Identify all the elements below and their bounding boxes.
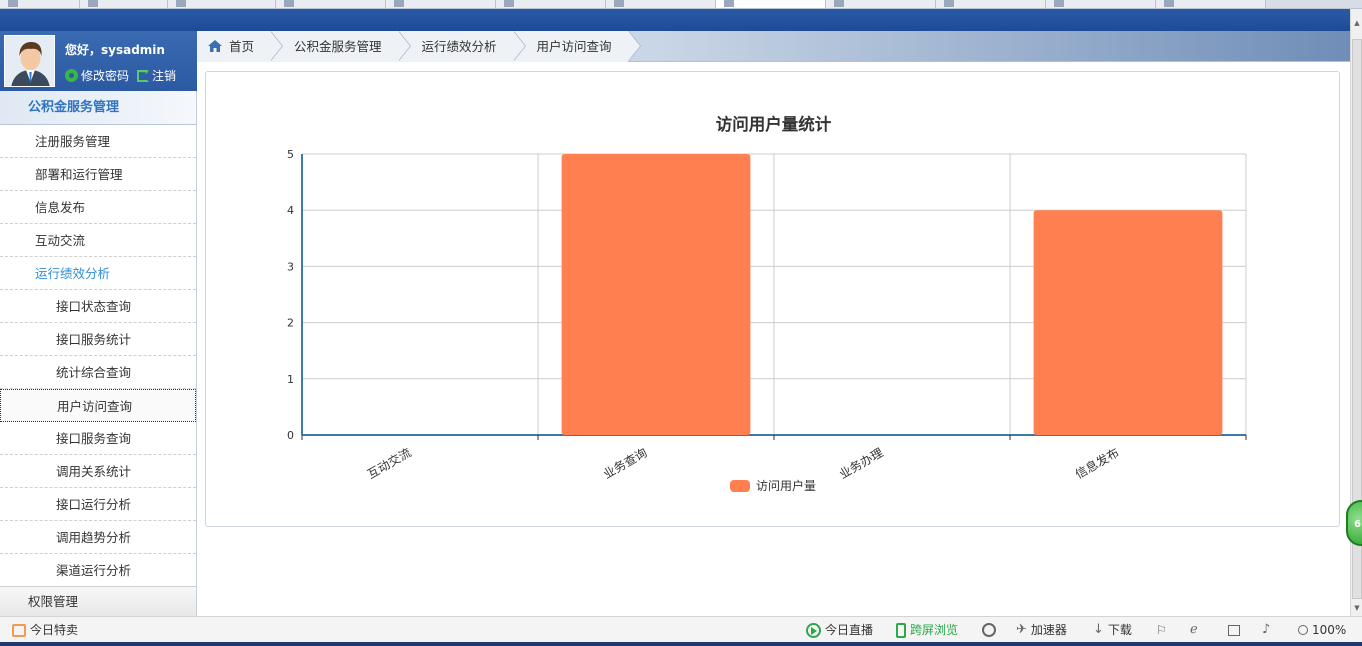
sidebar-subitem-interface-run[interactable]: 接口运行分析 bbox=[0, 488, 196, 521]
download-label: 下载 bbox=[1107, 623, 1132, 637]
gift-icon bbox=[12, 623, 26, 637]
bar-chart: 0 1 2 3 4 5 互动交流 业务查询 业务办理 信息发布访问用户量 bbox=[287, 148, 1247, 493]
sidebar-item-deployment[interactable]: 部署和运行管理 bbox=[0, 158, 196, 191]
volume-button[interactable]: ♪ bbox=[1262, 617, 1270, 643]
breadcrumb-current: 用户访问查询 bbox=[512, 31, 641, 62]
y-tick-label: 1 bbox=[287, 373, 294, 386]
today-sale-label: 今日特卖 bbox=[30, 623, 79, 637]
browser-tab[interactable] bbox=[606, 0, 716, 8]
sidebar-section-header[interactable]: 公积金服务管理 bbox=[0, 91, 196, 125]
sidebar-subitem-call-trend[interactable]: 调用趋势分析 bbox=[0, 521, 196, 554]
browser-tab[interactable] bbox=[1046, 0, 1156, 8]
x-tick-label: 业务办理 bbox=[836, 445, 885, 482]
browser-tab[interactable] bbox=[1156, 0, 1266, 8]
y-tick-label: 4 bbox=[287, 204, 294, 217]
home-icon bbox=[208, 40, 222, 52]
breadcrumb-label: 首页 bbox=[229, 39, 255, 54]
window-icon bbox=[1228, 624, 1240, 636]
ie-icon: ℯ bbox=[1190, 622, 1198, 637]
speaker-icon: ♪ bbox=[1262, 622, 1271, 637]
download-icon: ↓ bbox=[1093, 622, 1104, 637]
y-tick-label: 0 bbox=[287, 429, 294, 442]
breadcrumb-item[interactable]: 公积金服务管理 bbox=[270, 31, 410, 62]
breadcrumb-home[interactable]: 首页 bbox=[197, 31, 284, 62]
floating-speed-badge[interactable]: 61 bbox=[1346, 500, 1362, 546]
x-tick-label: 业务查询 bbox=[600, 445, 649, 482]
live-label: 今日直播 bbox=[825, 623, 874, 637]
cross-screen-button[interactable]: 跨屏浏览 bbox=[896, 617, 958, 643]
sidebar: 公积金服务管理 注册服务管理 部署和运行管理 信息发布 互动交流 运行绩效分析 … bbox=[0, 91, 197, 616]
sidebar-subitem-channel-run[interactable]: 渠道运行分析 bbox=[0, 554, 196, 587]
sidebar-item-performance-analysis[interactable]: 运行绩效分析 bbox=[0, 257, 196, 290]
accelerator-label: 加速器 bbox=[1030, 623, 1067, 637]
flag-icon: ⚐ bbox=[1156, 623, 1167, 637]
browser-tab[interactable] bbox=[0, 0, 80, 8]
user-panel: 您好，sysadmin 修改密码 注销 bbox=[0, 31, 197, 91]
cross-screen-label: 跨屏浏览 bbox=[910, 623, 959, 637]
browser-tab-active[interactable] bbox=[716, 0, 826, 8]
browser-tab[interactable] bbox=[168, 0, 276, 8]
zoom-level: 100% bbox=[1312, 623, 1347, 637]
app-header-bar bbox=[0, 9, 1350, 31]
sidebar-subitem-call-relations[interactable]: 调用关系统计 bbox=[0, 455, 196, 488]
refresh-button[interactable] bbox=[982, 617, 996, 643]
browser-tab-strip bbox=[0, 0, 1362, 9]
x-tick-label: 信息发布 bbox=[1072, 445, 1121, 482]
scroll-down-arrow-icon[interactable]: ▼ bbox=[1353, 604, 1361, 612]
breadcrumb-item[interactable]: 运行绩效分析 bbox=[397, 31, 526, 62]
sidebar-subitem-user-access[interactable]: 用户访问查询 bbox=[0, 389, 196, 422]
browser-tab[interactable] bbox=[276, 0, 386, 8]
legend-label: 访问用户量 bbox=[756, 478, 816, 493]
os-taskbar bbox=[0, 642, 1362, 646]
logout-link[interactable]: 注销 bbox=[137, 67, 176, 84]
sidebar-item-publishing[interactable]: 信息发布 bbox=[0, 191, 196, 224]
window-button[interactable] bbox=[1228, 617, 1240, 643]
browser-tab[interactable] bbox=[386, 0, 496, 8]
chart-panel: 访问用户量统计 0 1 2 3 4 5 互动交流 业务查询 业务办理 信息发布 访问用户量 bbox=[205, 71, 1340, 527]
accelerator-button[interactable]: ✈ 加速器 bbox=[1016, 617, 1067, 643]
zoom-control[interactable]: 100% bbox=[1298, 617, 1346, 643]
flag-button[interactable]: ⚐ bbox=[1156, 617, 1167, 643]
sidebar-item-registration[interactable]: 注册服务管理 bbox=[0, 125, 196, 158]
magnifier-icon bbox=[1298, 625, 1308, 635]
play-icon bbox=[806, 622, 821, 638]
scroll-up-arrow-icon[interactable]: ▲ bbox=[1353, 19, 1361, 27]
refresh-icon bbox=[982, 623, 996, 637]
avatar bbox=[4, 35, 55, 87]
ie-mode-button[interactable]: ℯ bbox=[1190, 617, 1198, 643]
phone-icon bbox=[896, 622, 906, 638]
gear-icon bbox=[65, 69, 78, 82]
rocket-icon: ✈ bbox=[1016, 622, 1027, 637]
browser-tab[interactable] bbox=[826, 0, 936, 8]
sidebar-item-interaction[interactable]: 互动交流 bbox=[0, 224, 196, 257]
y-tick-label: 2 bbox=[287, 317, 294, 330]
y-tick-label: 5 bbox=[287, 148, 294, 161]
browser-tab[interactable] bbox=[936, 0, 1046, 8]
logout-label: 注销 bbox=[152, 69, 177, 83]
bar bbox=[561, 154, 751, 435]
breadcrumb-bar: 首页 公积金服务管理 运行绩效分析 用户访问查询 bbox=[197, 31, 1350, 62]
y-tick-label: 3 bbox=[287, 260, 294, 273]
browser-tab[interactable] bbox=[80, 0, 168, 8]
sidebar-subitem-interface-query[interactable]: 接口服务查询 bbox=[0, 422, 196, 455]
logout-icon bbox=[137, 67, 150, 82]
x-tick-label: 互动交流 bbox=[364, 445, 413, 482]
sidebar-subitem-interface-status[interactable]: 接口状态查询 bbox=[0, 290, 196, 323]
sidebar-subitem-combined-query[interactable]: 统计综合查询 bbox=[0, 356, 196, 389]
live-button[interactable]: 今日直播 bbox=[806, 617, 873, 643]
legend-swatch bbox=[730, 480, 750, 492]
download-button[interactable]: ↓ 下载 bbox=[1093, 617, 1132, 643]
sidebar-item-permissions[interactable]: 权限管理 bbox=[0, 586, 196, 616]
change-password-label: 修改密码 bbox=[81, 69, 130, 83]
today-sale-button[interactable]: 今日特卖 bbox=[12, 617, 78, 643]
sidebar-subitem-interface-stats[interactable]: 接口服务统计 bbox=[0, 323, 196, 356]
browser-tab[interactable] bbox=[496, 0, 606, 8]
browser-status-bar: 今日特卖 今日直播 跨屏浏览 ✈ 加速器 ↓ 下载 ⚐ ℯ ♪ 100% bbox=[0, 616, 1362, 646]
bar bbox=[1033, 210, 1223, 435]
change-password-link[interactable]: 修改密码 bbox=[65, 67, 129, 84]
breadcrumb: 首页 公积金服务管理 运行绩效分析 用户访问查询 bbox=[197, 31, 641, 62]
greeting-text: 您好，sysadmin bbox=[65, 43, 165, 57]
